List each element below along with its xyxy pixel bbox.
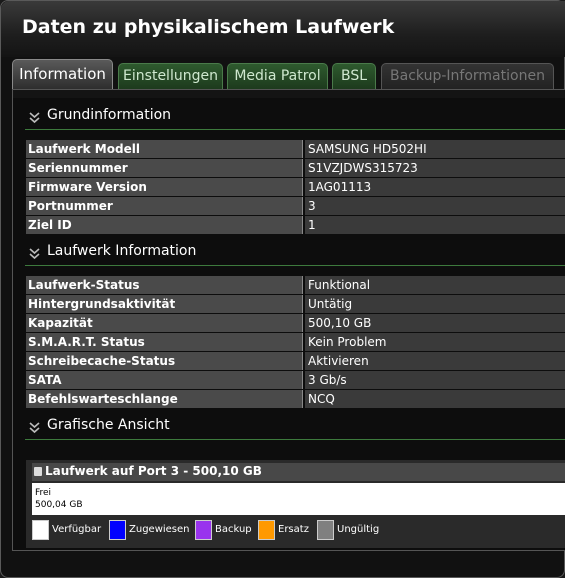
legend-swatch-invalid <box>317 520 334 540</box>
table-row: SATA 3 Gb/s <box>26 371 565 389</box>
property-value: Funktional <box>305 276 565 294</box>
section-header-basic[interactable]: Grundinformation <box>25 106 565 130</box>
property-value: Untätig <box>305 295 565 313</box>
legend-label: Backup <box>215 524 252 535</box>
legend-swatch-available <box>32 520 49 540</box>
property-value: SAMSUNG HD502HI <box>305 140 565 158</box>
tab-information[interactable]: Information <box>12 59 113 90</box>
drive-details-window: Daten zu physikalischem Laufwerk Informa… <box>0 0 565 578</box>
property-key: Laufwerk-Status <box>26 276 303 294</box>
property-key: Hintergrundsaktivität <box>26 295 303 313</box>
property-value: 1AG01113 <box>305 178 565 196</box>
property-key: Schreibecache-Status <box>26 352 303 370</box>
property-key: Seriennummer <box>26 159 303 177</box>
panel-content: Grundinformation Laufwerk Modell SAMSUNG… <box>13 98 565 550</box>
table-row: Laufwerk Modell SAMSUNG HD502HI <box>26 140 565 158</box>
free-space-segment[interactable] <box>33 484 565 514</box>
tab-einstellungen[interactable]: Einstellungen <box>118 63 223 89</box>
legend-swatch-backup <box>195 520 212 540</box>
property-value: Aktivieren <box>305 352 565 370</box>
section-title: Laufwerk Information <box>47 243 197 259</box>
collapse-chevron-icon <box>29 422 40 434</box>
property-value: 3 <box>305 197 565 215</box>
property-key: Portnummer <box>26 197 303 215</box>
tab-media-patrol[interactable]: Media Patrol <box>227 63 328 89</box>
property-value: 1 <box>305 216 565 234</box>
table-row: Kapazität 500,10 GB <box>26 314 565 332</box>
segment-name: Frei <box>35 488 52 498</box>
collapse-chevron-icon <box>29 112 40 124</box>
section-title: Grafische Ansicht <box>47 417 170 433</box>
property-key: Ziel ID <box>26 216 303 234</box>
disk-graph-title: Laufwerk auf Port 3 - 500,10 GB <box>45 464 262 478</box>
table-row: Schreibecache-Status Aktivieren <box>26 352 565 370</box>
legend-label: Ersatz <box>278 524 309 535</box>
property-value: S1VZJDWS315723 <box>305 159 565 177</box>
window-title: Daten zu physikalischem Laufwerk <box>22 16 395 38</box>
legend-label: Verfügbar <box>52 524 102 535</box>
table-row: Laufwerk-Status Funktional <box>26 276 565 294</box>
property-value: NCQ <box>305 390 565 408</box>
property-key: SATA <box>26 371 303 389</box>
section-title: Grundinformation <box>47 107 172 123</box>
property-key: Befehlswarteschlange <box>26 390 303 408</box>
table-row: S.M.A.R.T. Status Kein Problem <box>26 333 565 351</box>
segment-size: 500,04 GB <box>35 500 83 510</box>
tab-bsl[interactable]: BSL <box>332 63 376 89</box>
legend-swatch-assigned <box>109 520 126 540</box>
legend: Verfügbar Zugewiesen Backup Ersatz Ungül… <box>32 520 565 542</box>
legend-label: Ungültig <box>337 524 380 535</box>
tab-backup-informationen: Backup-Informationen <box>381 63 554 89</box>
property-value: 3 Gb/s <box>305 371 565 389</box>
property-key: Laufwerk Modell <box>26 140 303 158</box>
legend-swatch-spare <box>258 520 275 540</box>
table-row: Hintergrundsaktivität Untätig <box>26 295 565 313</box>
basic-info-table: Laufwerk Modell SAMSUNG HD502HI Seriennu… <box>26 140 565 234</box>
property-key: S.M.A.R.T. Status <box>26 333 303 351</box>
title-bar: Daten zu physikalischem Laufwerk <box>1 1 565 57</box>
information-panel: Grundinformation Laufwerk Modell SAMSUNG… <box>12 89 565 551</box>
capacity-bar: Frei 500,04 GB <box>32 483 565 515</box>
table-row: Ziel ID 1 <box>26 216 565 234</box>
disk-graph: Laufwerk auf Port 3 - 500,10 GB Frei 500… <box>26 460 565 548</box>
table-row: Seriennummer S1VZJDWS315723 <box>26 159 565 177</box>
segment-label: Frei 500,04 GB <box>35 487 83 511</box>
property-key: Kapazität <box>26 314 303 332</box>
table-row: Befehlswarteschlange NCQ <box>26 390 565 408</box>
drive-icon <box>34 467 42 476</box>
legend-label: Zugewiesen <box>129 524 190 535</box>
section-header-drive[interactable]: Laufwerk Information <box>25 242 565 266</box>
property-value: Kein Problem <box>305 333 565 351</box>
property-value: 500,10 GB <box>305 314 565 332</box>
table-row: Portnummer 3 <box>26 197 565 215</box>
collapse-chevron-icon <box>29 248 40 260</box>
section-header-graph[interactable]: Grafische Ansicht <box>25 416 565 440</box>
property-key: Firmware Version <box>26 178 303 196</box>
drive-info-table: Laufwerk-Status Funktional Hintergrundsa… <box>26 276 565 408</box>
table-row: Firmware Version 1AG01113 <box>26 178 565 196</box>
disk-graph-header: Laufwerk auf Port 3 - 500,10 GB <box>32 463 565 481</box>
